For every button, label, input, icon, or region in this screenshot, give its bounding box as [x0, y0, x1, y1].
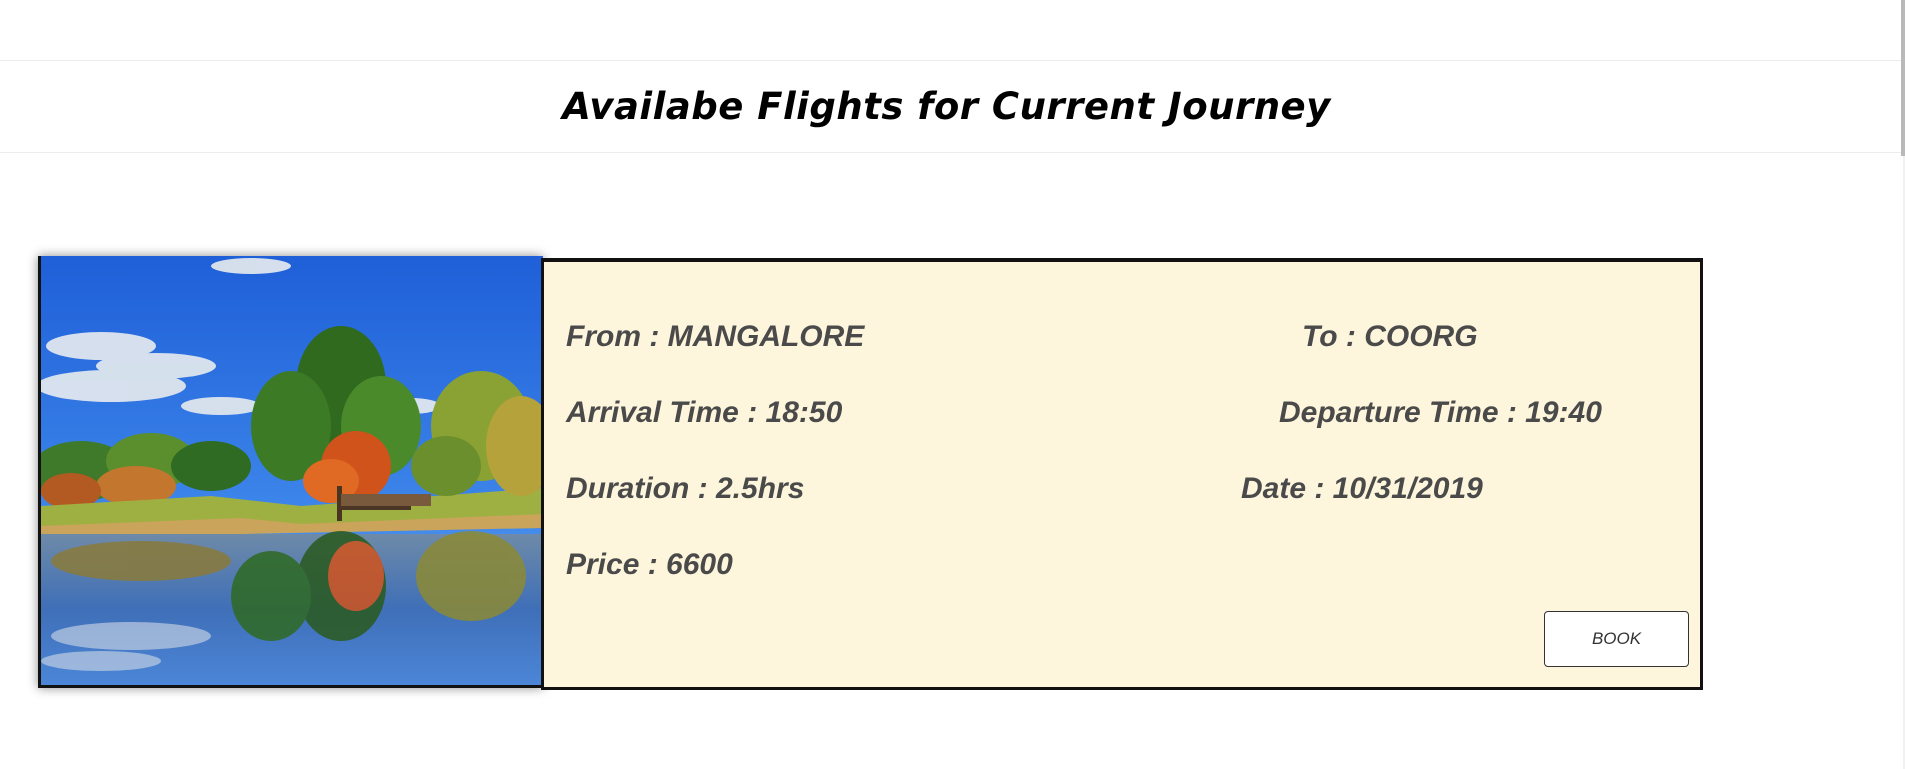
top-navbar [0, 0, 1903, 61]
departure-time-field: Departure Time : 19:40 [1279, 396, 1602, 429]
page: Availabe Flights for Current Journey Fro… [0, 0, 1905, 769]
from-field: From : MANGALORE [566, 320, 865, 353]
arrival-time-field: Arrival Time : 18:50 [566, 396, 843, 429]
to-field: To : COORG [1302, 320, 1478, 353]
flight-details: From : MANGALORE To : COORG Arrival Time… [541, 258, 1703, 690]
destination-photo [38, 256, 543, 688]
flight-card: From : MANGALORE To : COORG Arrival Time… [38, 256, 1703, 690]
price-field: Price : 6600 [566, 548, 733, 581]
scrollbar-thumb[interactable] [1901, 0, 1905, 156]
page-title: Availabe Flights for Current Journey [562, 84, 1331, 128]
book-button[interactable]: BOOK [1544, 611, 1689, 667]
duration-field: Duration : 2.5hrs [566, 472, 805, 505]
date-field: Date : 10/31/2019 [1241, 472, 1483, 505]
title-bar: Availabe Flights for Current Journey [0, 60, 1903, 153]
